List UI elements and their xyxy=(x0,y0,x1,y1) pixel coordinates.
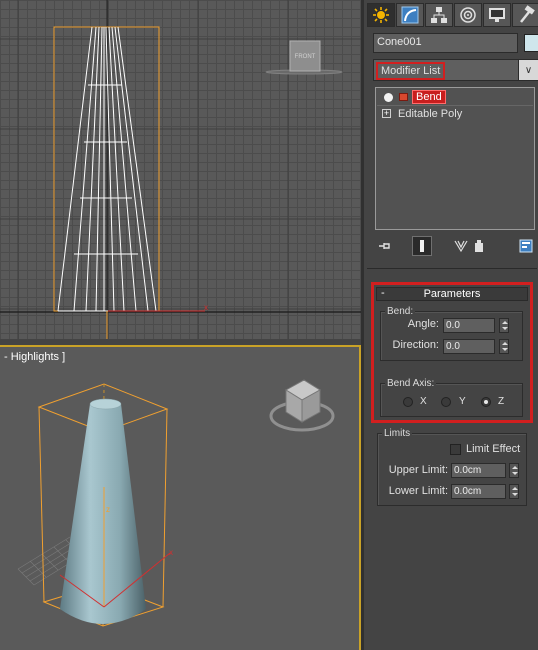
remove-modifier-icon xyxy=(475,240,483,252)
configure-modifier-sets-icon xyxy=(519,239,533,253)
angle-label: Angle: xyxy=(407,318,439,330)
svg-text:z: z xyxy=(106,505,110,514)
angle-input[interactable]: 0.0 xyxy=(443,318,495,333)
hierarchy-icon xyxy=(431,7,447,23)
make-unique-button[interactable] xyxy=(451,236,471,256)
viewport-label[interactable]: - Highlights ] xyxy=(4,351,65,363)
axis-y-radio[interactable] xyxy=(441,397,451,407)
axis-x-radio[interactable] xyxy=(403,397,413,407)
show-end-result-icon xyxy=(420,240,424,252)
modifier-stack[interactable]: Bend + Editable Poly xyxy=(375,87,535,230)
direction-input[interactable]: 0.0 xyxy=(443,339,495,354)
stack-item-bend[interactable]: Bend xyxy=(377,89,533,105)
object-color-swatch[interactable] xyxy=(524,34,538,52)
group-title: Bend: xyxy=(385,306,416,317)
cone-object xyxy=(60,398,146,624)
pin-stack-icon xyxy=(379,243,390,249)
chevron-down-icon[interactable]: ∨ xyxy=(518,60,538,80)
direction-spinner[interactable] xyxy=(499,339,509,354)
front-viewcube[interactable]: FRONT xyxy=(265,40,343,75)
modifier-list-label: Modifier List xyxy=(376,62,446,80)
make-unique-icon xyxy=(454,240,468,253)
bend-axis-group: Bend Axis: X Y Z xyxy=(380,378,523,417)
utilities-icon xyxy=(520,5,535,23)
perspective-viewport[interactable]: z x - Highlights ] xyxy=(0,345,361,650)
show-end-result-button[interactable] xyxy=(412,236,432,256)
stack-item-editable-poly[interactable]: + Editable Poly xyxy=(377,105,533,121)
svg-text:x: x xyxy=(204,303,208,312)
modifier-list-dropdown[interactable]: Modifier List ∨ xyxy=(373,59,538,81)
direction-label: Direction: xyxy=(392,339,439,351)
lower-limit-spinner[interactable] xyxy=(509,484,519,499)
motion-icon xyxy=(460,7,476,23)
tab-hierarchy[interactable] xyxy=(425,3,453,27)
front-viewport-scene: x FRONT xyxy=(0,0,361,339)
lightbulb-icon[interactable] xyxy=(384,92,393,102)
perspective-viewcube[interactable] xyxy=(269,379,335,432)
upper-limit-spinner[interactable] xyxy=(509,463,519,478)
stack-item-label: Editable Poly xyxy=(398,107,463,120)
pin-stack-button[interactable] xyxy=(375,236,395,256)
tab-utilities[interactable] xyxy=(512,3,538,27)
create-icon xyxy=(373,7,389,23)
tab-create[interactable] xyxy=(367,3,395,27)
panel-divider xyxy=(367,268,537,269)
object-name-field[interactable]: Cone001 xyxy=(373,33,518,53)
perspective-viewport-scene: z x xyxy=(17,379,335,627)
angle-spinner[interactable] xyxy=(499,318,509,333)
limits-group: Limits Limit Effect Upper Limit: 0.0cm L… xyxy=(377,428,527,506)
lower-limit-input[interactable]: 0.0cm xyxy=(451,484,506,499)
upper-limit-label: Upper Limit: xyxy=(388,464,448,476)
command-panel: Cone001 Modifier List ∨ Bend + Editable … xyxy=(361,0,538,650)
parameters-rollout-header[interactable]: - Parameters xyxy=(376,287,528,301)
axis-z-radio[interactable] xyxy=(481,397,491,407)
parameters-rollout: - Parameters Bend: Angle: 0.0 Direction:… xyxy=(371,282,533,423)
svg-text:x: x xyxy=(169,548,173,557)
display-icon xyxy=(489,8,505,22)
viewcube-front-label: FRONT xyxy=(295,54,316,60)
upper-limit-input[interactable]: 0.0cm xyxy=(451,463,506,478)
limit-effect-label: Limit Effect xyxy=(466,443,521,455)
configure-modifier-sets-button[interactable] xyxy=(516,236,536,256)
group-title: Limits xyxy=(382,428,413,439)
group-title: Bend Axis: xyxy=(385,378,437,389)
stack-item-label: Bend xyxy=(412,90,446,104)
expand-plus-icon[interactable]: + xyxy=(382,109,391,118)
tab-display[interactable] xyxy=(483,3,511,27)
rollout-title: Parameters xyxy=(423,288,481,300)
axis-x-label: X xyxy=(420,396,427,407)
stack-toolbar xyxy=(373,236,538,256)
front-viewport[interactable]: x FRONT xyxy=(0,0,361,339)
remove-modifier-button[interactable] xyxy=(469,236,489,256)
limit-effect-checkbox[interactable] xyxy=(450,444,461,455)
axis-y-label: Y xyxy=(459,396,466,407)
bend-group: Bend: Angle: 0.0 Direction: 0.0 xyxy=(380,306,523,361)
tab-modify[interactable] xyxy=(396,3,424,27)
axis-z-label: Z xyxy=(498,396,505,407)
lower-limit-label: Lower Limit: xyxy=(388,485,448,497)
command-panel-tabs xyxy=(367,3,538,27)
tab-motion[interactable] xyxy=(454,3,482,27)
modifier-icon xyxy=(399,93,408,101)
modify-icon xyxy=(401,6,419,24)
